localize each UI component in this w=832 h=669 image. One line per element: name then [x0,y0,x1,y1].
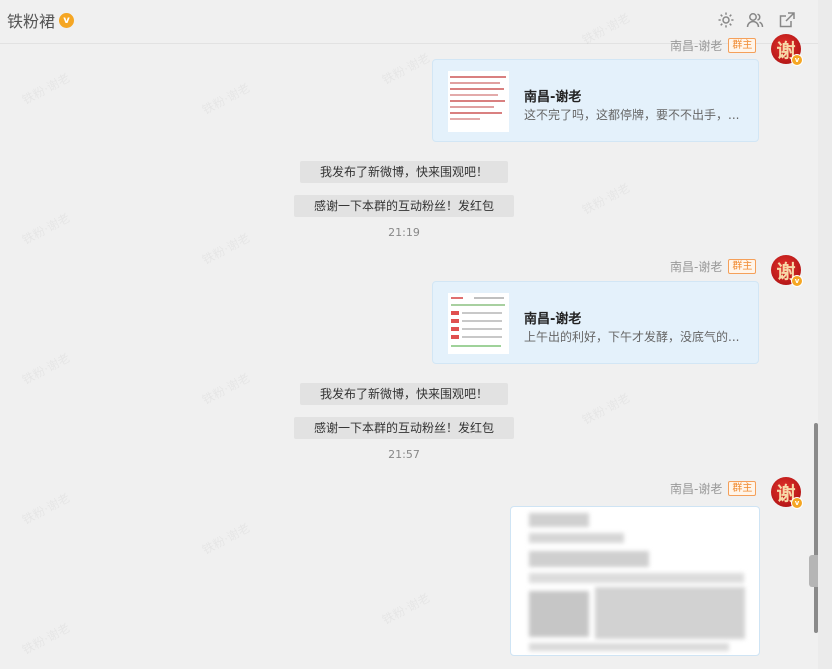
gear-icon[interactable] [716,10,736,30]
card-title: 南昌-谢老 [524,90,582,105]
watermark: 铁粉·谢老 [199,79,253,118]
card-title: 南昌-谢老 [524,312,582,327]
watermark: 铁粉·谢老 [19,489,73,528]
watermark: 铁粉·谢老 [199,519,253,558]
watermark: 铁粉·谢老 [579,389,633,428]
group-title: 铁粉裙 v [7,8,75,32]
system-message: 感谢一下本群的互动粉丝！发红包 [294,417,514,439]
card-description: 这不完了吗，这都停牌，要不不出手，... [524,108,740,122]
image-message[interactable] [510,506,760,656]
system-message: 我发布了新微博，快来围观吧！ [300,161,508,183]
watermark: 铁粉·谢老 [199,369,253,408]
sender-info: 南昌-谢老 群主 [670,258,757,275]
weibo-share-card[interactable]: 南昌-谢老 这不完了吗，这都停牌，要不不出手，... [432,59,759,142]
verified-badge-icon: v [791,497,803,509]
sender-name[interactable]: 南昌-谢老 [670,258,722,275]
avatar[interactable]: 谢 v [771,255,803,287]
role-badge: 群主 [728,38,757,53]
scrollbar-thumb[interactable] [814,423,818,633]
card-thumbnail [448,71,509,132]
verified-badge-icon: v [791,275,803,287]
timestamp: 21:19 [388,226,420,239]
watermark: 铁粉·谢老 [19,69,73,108]
side-panel-handle[interactable] [809,555,818,587]
role-badge: 群主 [728,481,757,496]
scrollbar-track[interactable] [818,0,832,669]
watermark: 铁粉·谢老 [19,209,73,248]
sender-name[interactable]: 南昌-谢老 [670,37,722,54]
watermark: 铁粉·谢老 [579,179,633,218]
system-message: 感谢一下本群的互动粉丝！发红包 [294,195,514,217]
card-thumbnail [448,293,509,354]
group-name: 铁粉裙 [7,12,56,31]
system-message: 我发布了新微博，快来围观吧！ [300,383,508,405]
members-icon[interactable] [745,10,765,30]
watermark: 铁粉·谢老 [19,349,73,388]
weibo-share-card[interactable]: 南昌-谢老 上午出的利好，下午才发酵，没底气的... [432,281,759,364]
sender-info: 南昌-谢老 群主 [670,37,757,54]
verified-badge-icon: v [791,54,803,66]
avatar[interactable]: 谢 v [771,477,803,509]
sender-name[interactable]: 南昌-谢老 [670,480,722,497]
watermark: 铁粉·谢老 [379,49,433,88]
verified-badge-icon: v [59,12,75,28]
role-badge: 群主 [728,259,757,274]
card-description: 上午出的利好，下午才发酵，没底气的... [524,330,740,344]
watermark: 铁粉·谢老 [19,619,73,658]
timestamp: 21:57 [388,448,420,461]
open-external-icon[interactable] [777,10,797,30]
watermark: 铁粉·谢老 [199,229,253,268]
watermark: 铁粉·谢老 [379,589,433,628]
avatar[interactable]: 谢 v [771,34,803,66]
sender-info: 南昌-谢老 群主 [670,480,757,497]
